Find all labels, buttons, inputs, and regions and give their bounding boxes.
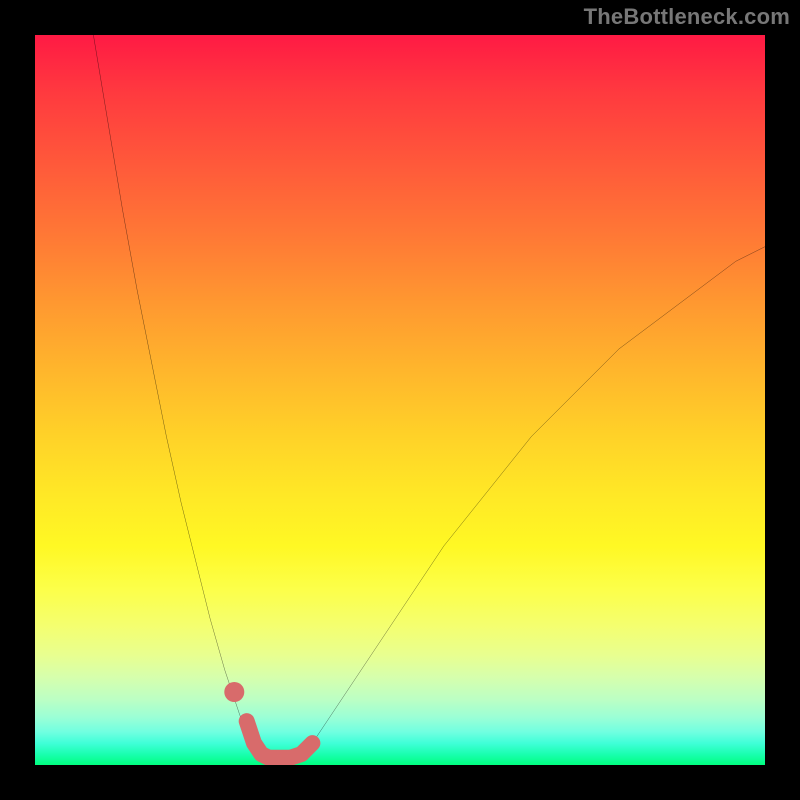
chart-svg [35,35,765,765]
watermark-text: TheBottleneck.com [584,4,790,30]
series-right-branch [312,247,765,743]
series-pink-dot [224,682,244,702]
chart-frame: TheBottleneck.com [0,0,800,800]
series-left-branch [93,35,250,743]
plot-area [35,35,765,765]
series-bottom-pink-segment [247,721,313,758]
